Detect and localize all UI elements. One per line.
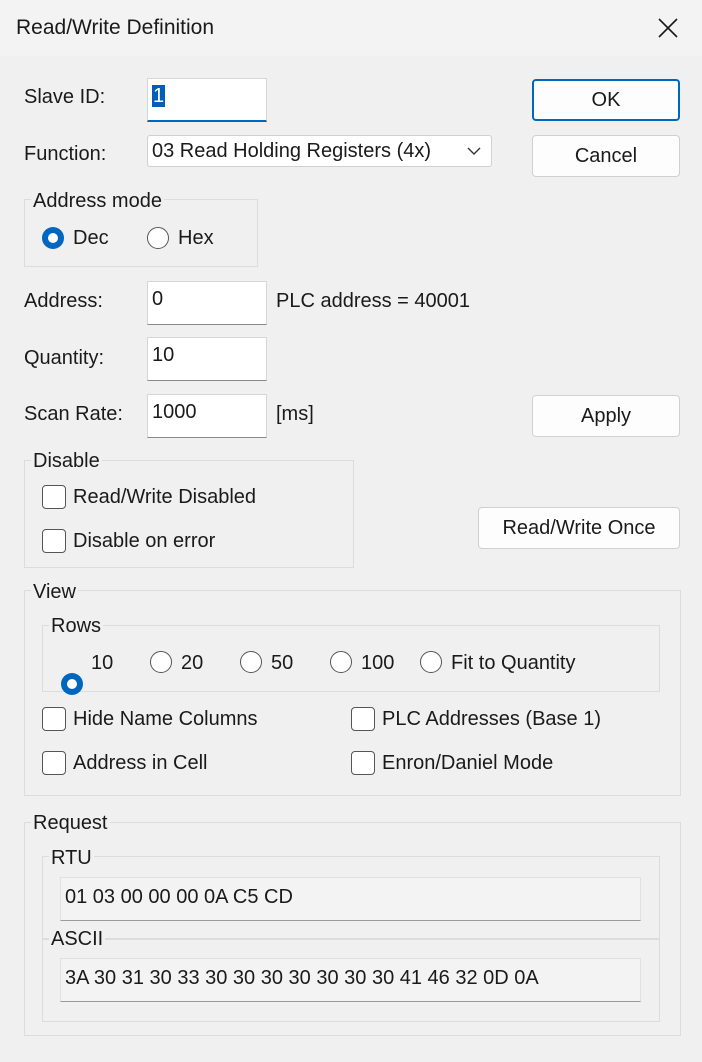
address-mode-dec-label: Dec xyxy=(73,227,109,249)
address-in-cell-checkbox[interactable] xyxy=(42,751,66,775)
disable-on-error-label: Disable on error xyxy=(73,530,216,552)
read-write-once-button[interactable]: Read/Write Once xyxy=(478,507,680,549)
rows-10-label: 10 xyxy=(91,652,114,674)
function-label: Function: xyxy=(24,143,107,165)
address-in-cell-label: Address in Cell xyxy=(73,752,208,774)
rows-50-radio[interactable] xyxy=(240,651,262,673)
rows-10-radio[interactable] xyxy=(61,673,83,695)
request-group-label: Request xyxy=(31,812,110,835)
function-select[interactable]: 03 Read Holding Registers (4x) xyxy=(147,135,492,167)
rows-50-label: 50 xyxy=(271,652,294,674)
quantity-label: Quantity: xyxy=(24,347,105,369)
rows-group-label: Rows xyxy=(49,615,104,638)
slave-id-input[interactable]: 1 xyxy=(147,78,267,122)
disable-on-error-checkbox[interactable] xyxy=(42,529,66,553)
slave-id-value: 1 xyxy=(152,85,166,107)
close-icon xyxy=(658,18,678,38)
disable-group-label: Disable xyxy=(31,450,102,473)
read-write-disabled-checkbox[interactable] xyxy=(42,485,66,509)
address-label: Address: xyxy=(24,290,103,312)
address-mode-dec-radio[interactable] xyxy=(42,227,64,249)
quantity-input[interactable]: 10 xyxy=(147,337,267,381)
function-value: 03 Read Holding Registers (4x) xyxy=(152,140,432,162)
rows-100-radio[interactable] xyxy=(330,651,352,673)
chevron-down-icon xyxy=(467,147,481,155)
scan-rate-unit: [ms] xyxy=(276,403,314,425)
rows-20-radio[interactable] xyxy=(150,651,172,673)
view-group-label: View xyxy=(31,581,78,604)
window-title: Read/Write Definition xyxy=(16,16,215,39)
address-input[interactable]: 0 xyxy=(147,281,267,325)
enron-daniel-mode-label: Enron/Daniel Mode xyxy=(382,752,554,774)
read-write-disabled-label: Read/Write Disabled xyxy=(73,486,257,508)
apply-button[interactable]: Apply xyxy=(532,395,680,437)
rows-100-label: 100 xyxy=(361,652,395,674)
plc-addresses-base1-checkbox[interactable] xyxy=(351,707,375,731)
rows-20-label: 20 xyxy=(181,652,204,674)
rtu-label: RTU xyxy=(49,847,94,870)
ok-button[interactable]: OK xyxy=(532,79,680,121)
hide-name-columns-label: Hide Name Columns xyxy=(73,708,258,730)
address-mode-hex-radio[interactable] xyxy=(147,227,169,249)
slave-id-label: Slave ID: xyxy=(24,86,106,108)
hide-name-columns-checkbox[interactable] xyxy=(42,707,66,731)
rows-fit-to-quantity-radio[interactable] xyxy=(420,651,442,673)
rtu-request-field[interactable]: 01 03 00 00 00 0A C5 CD xyxy=(60,877,641,921)
enron-daniel-mode-checkbox[interactable] xyxy=(351,751,375,775)
cancel-button[interactable]: Cancel xyxy=(532,135,680,177)
ascii-request-field[interactable]: 3A 30 31 30 33 30 30 30 30 30 30 30 41 4… xyxy=(60,958,641,1002)
plc-address-text: PLC address = 40001 xyxy=(276,290,471,312)
plc-addresses-base1-label: PLC Addresses (Base 1) xyxy=(382,708,601,730)
address-mode-hex-label: Hex xyxy=(178,227,214,249)
scan-rate-label: Scan Rate: xyxy=(24,403,123,425)
ascii-label: ASCII xyxy=(49,928,106,951)
address-mode-label: Address mode xyxy=(31,190,164,213)
close-button[interactable] xyxy=(650,10,686,46)
rows-fit-to-quantity-label: Fit to Quantity xyxy=(451,652,576,674)
scan-rate-input[interactable]: 1000 xyxy=(147,394,267,438)
